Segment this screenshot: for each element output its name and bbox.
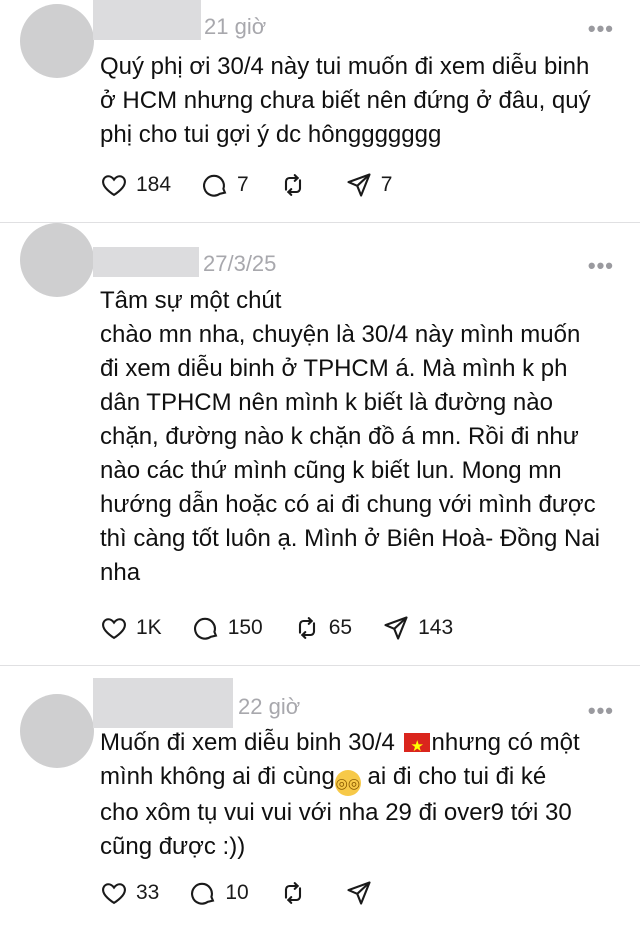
post-text: Quý phị ơi 30/4 này tui muốn đi xem diễu…: [100, 53, 591, 148]
username-redacted[interactable]: [93, 0, 201, 40]
username-redacted[interactable]: [93, 247, 199, 277]
repost-button[interactable]: [279, 171, 315, 199]
like-count: 184: [136, 173, 172, 196]
post-text: Tâm sự một chút chào mn nha, chuyện là 3…: [100, 284, 620, 590]
share-button[interactable]: 143: [382, 614, 453, 642]
reply-button[interactable]: 10: [189, 879, 249, 907]
share-count: 7: [380, 173, 393, 196]
thread-post-2: 27/3/25 ••• Tâm sự một chút chào mn nha,…: [0, 223, 640, 665]
share-icon: [347, 881, 371, 905]
post-actions: 184 7 7: [100, 170, 422, 200]
repost-icon: [284, 882, 301, 904]
post-text: Muốn đi xem diễu binh 30/4 nhưng có một …: [100, 726, 620, 864]
more-options-button[interactable]: •••: [588, 18, 614, 40]
vietnam-flag-emoji: [403, 730, 430, 764]
like-button[interactable]: 184: [100, 171, 171, 199]
post-actions: 33 10: [100, 878, 411, 908]
post-time: 27/3/25: [203, 251, 277, 276]
heart-icon: [102, 618, 126, 640]
like-button[interactable]: 33: [100, 879, 159, 907]
heart-icon: [102, 175, 126, 197]
post-time: 22 giờ: [238, 694, 301, 719]
like-count: 1K: [136, 616, 162, 639]
post-actions: 1K 150 65 143: [100, 613, 483, 643]
avatar[interactable]: [20, 223, 94, 297]
share-button[interactable]: 7: [345, 171, 393, 199]
heart-icon: [102, 883, 126, 905]
share-icon: [347, 173, 371, 197]
avatar[interactable]: [20, 4, 94, 78]
reply-count: 150: [227, 616, 263, 639]
share-icon: [384, 616, 408, 640]
more-options-button[interactable]: •••: [588, 255, 614, 277]
post-time: 21 giờ: [204, 14, 267, 39]
reply-button[interactable]: 7: [201, 171, 249, 199]
thread-post-3: 22 giờ ••• Muốn đi xem diễu binh 30/4 nh…: [0, 666, 640, 926]
like-count: 33: [136, 881, 160, 904]
reply-button[interactable]: 150: [192, 614, 263, 642]
comment-icon: [193, 617, 218, 640]
repost-icon: [298, 617, 315, 639]
comment-icon: [203, 174, 227, 197]
repost-icon: [284, 174, 301, 196]
post-subtitle: Tâm sự một chút: [100, 287, 282, 314]
more-options-button[interactable]: •••: [588, 700, 614, 722]
share-count: 143: [418, 616, 454, 639]
thread-post-1: 21 giờ ••• Quý phị ơi 30/4 này tui muốn …: [0, 0, 640, 222]
repost-button[interactable]: 65: [293, 614, 352, 642]
reply-count: 10: [225, 881, 249, 904]
repost-button[interactable]: [279, 879, 315, 907]
reply-count: 7: [237, 173, 249, 196]
username-redacted[interactable]: [93, 678, 233, 728]
like-button[interactable]: 1K: [100, 614, 162, 642]
comment-icon: [191, 882, 215, 905]
share-button[interactable]: [345, 879, 381, 907]
dizzy-face-emoji: ◎◎: [334, 770, 361, 796]
avatar[interactable]: [20, 694, 94, 768]
repost-count: 65: [328, 616, 353, 639]
